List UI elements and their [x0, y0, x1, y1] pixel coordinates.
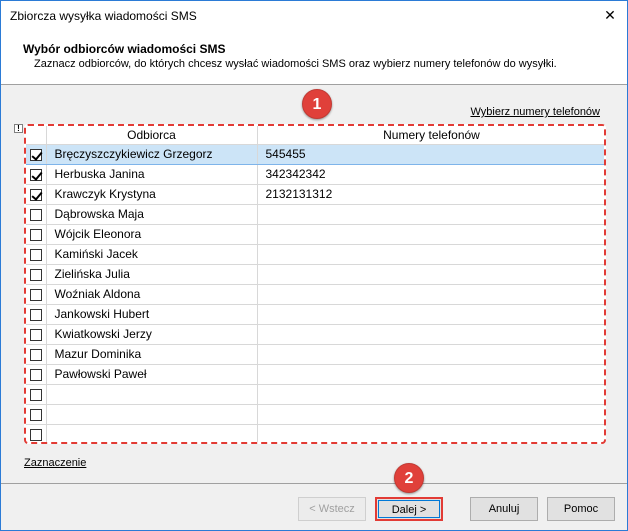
- phone-number-cell[interactable]: [257, 224, 604, 245]
- table-row[interactable]: Herbuska Janina 342342342: [26, 164, 604, 185]
- row-checkbox-cell: [26, 384, 47, 405]
- row-checkbox[interactable]: [29, 328, 42, 341]
- row-checkbox-cell: [26, 244, 47, 265]
- row-checkbox-cell: [26, 264, 47, 285]
- recipient-name-cell[interactable]: Kamiński Jacek: [46, 244, 258, 265]
- recipient-name-cell[interactable]: Pawłowski Paweł: [46, 364, 258, 385]
- row-checkbox-cell: [26, 224, 47, 245]
- recipient-name-cell[interactable]: Woźniak Aldona: [46, 284, 258, 305]
- row-checkbox-cell: [26, 304, 47, 325]
- recipient-name-cell[interactable]: Bręczyszczykiewicz Grzegorz: [46, 143, 258, 165]
- row-checkbox-cell: [26, 143, 47, 165]
- recipient-name-cell[interactable]: Zielińska Julia: [46, 264, 258, 285]
- row-checkbox-cell: [26, 324, 47, 345]
- row-checkbox[interactable]: [29, 368, 42, 381]
- row-checkbox[interactable]: [29, 148, 42, 161]
- recipient-name-cell[interactable]: [46, 384, 258, 405]
- row-checkbox-cell: [26, 344, 47, 365]
- table-row[interactable]: Zielińska Julia: [26, 264, 604, 285]
- row-checkbox-cell: [26, 204, 47, 225]
- phone-number-cell[interactable]: [257, 304, 604, 325]
- back-button[interactable]: < Wstecz: [298, 497, 366, 521]
- phone-number-cell[interactable]: [257, 264, 604, 285]
- table-row[interactable]: Jankowski Hubert: [26, 304, 604, 325]
- table-row[interactable]: [26, 404, 604, 425]
- step-badge-2: 2: [394, 463, 424, 493]
- table-row[interactable]: [26, 424, 604, 442]
- table-row[interactable]: Kwiatkowski Jerzy: [26, 324, 604, 345]
- row-checkbox-cell: [26, 284, 47, 305]
- row-checkbox[interactable]: [29, 188, 42, 201]
- table-row[interactable]: Krawczyk Krystyna 2132131312: [26, 184, 604, 205]
- table-row[interactable]: Dąbrowska Maja: [26, 204, 604, 225]
- row-checkbox[interactable]: [29, 248, 42, 261]
- phone-number-cell[interactable]: [257, 284, 604, 305]
- phone-number-cell[interactable]: [257, 324, 604, 345]
- phone-number-cell[interactable]: [257, 204, 604, 225]
- phone-number-cell[interactable]: 545455: [257, 143, 604, 165]
- table-header-row: Odbiorca Numery telefonów: [26, 126, 604, 145]
- column-header-recipient[interactable]: Odbiorca: [46, 126, 258, 145]
- table-row[interactable]: Kamiński Jacek: [26, 244, 604, 265]
- phone-number-cell[interactable]: [257, 344, 604, 365]
- row-checkbox[interactable]: [29, 428, 42, 441]
- table-row[interactable]: Woźniak Aldona: [26, 284, 604, 305]
- column-header-phones[interactable]: Numery telefonów: [257, 126, 604, 145]
- recipient-name-cell[interactable]: Jankowski Hubert: [46, 304, 258, 325]
- recipient-name-cell[interactable]: [46, 404, 258, 425]
- phone-number-cell[interactable]: [257, 404, 604, 425]
- table-row[interactable]: Wójcik Eleonora: [26, 224, 604, 245]
- phone-number-cell[interactable]: [257, 424, 604, 442]
- recipients-grid: Odbiorca Numery telefonów Bręczyszczykie…: [24, 124, 606, 444]
- phone-number-cell[interactable]: 342342342: [257, 164, 604, 185]
- phone-number-cell[interactable]: 2132131312: [257, 184, 604, 205]
- row-checkbox[interactable]: [29, 288, 42, 301]
- table-row[interactable]: Mazur Dominika: [26, 344, 604, 365]
- phone-number-cell[interactable]: [257, 364, 604, 385]
- header-title: Wybór odbiorców wiadomości SMS: [23, 42, 226, 56]
- step-badge-1: 1: [302, 89, 332, 119]
- phone-number-cell[interactable]: [257, 384, 604, 405]
- recipient-name-cell[interactable]: Kwiatkowski Jerzy: [46, 324, 258, 345]
- cancel-button[interactable]: Anuluj: [470, 497, 538, 521]
- table-body: Bręczyszczykiewicz Grzegorz 545455 Herbusk…: [26, 143, 604, 442]
- table-row[interactable]: Bręczyszczykiewicz Grzegorz 545455: [26, 143, 604, 165]
- row-checkbox[interactable]: [29, 388, 42, 401]
- recipient-name-cell[interactable]: Mazur Dominika: [46, 344, 258, 365]
- row-checkbox[interactable]: [29, 168, 42, 181]
- header-description: Zaznacz odbiorców, do których chcesz wys…: [34, 58, 557, 70]
- row-checkbox[interactable]: [29, 348, 42, 361]
- row-checkbox[interactable]: [29, 268, 42, 281]
- checkbox-column-header: [26, 126, 47, 145]
- row-checkbox[interactable]: [29, 228, 42, 241]
- row-checkbox-cell: [26, 364, 47, 385]
- table-row[interactable]: [26, 384, 604, 405]
- help-button[interactable]: Pomoc: [547, 497, 615, 521]
- row-checkbox-cell: [26, 184, 47, 205]
- window-title: Zbiorcza wysyłka wiadomości SMS: [10, 9, 197, 23]
- row-checkbox[interactable]: [29, 408, 42, 421]
- row-checkbox-cell: [26, 404, 47, 425]
- recipient-name-cell[interactable]: [46, 424, 258, 442]
- row-indicator-icon: !: [14, 124, 23, 133]
- table-row[interactable]: Pawłowski Paweł: [26, 364, 604, 385]
- footer-divider: [1, 483, 627, 484]
- wizard-header: Wybór odbiorców wiadomości SMS Zaznacz o…: [1, 31, 627, 85]
- recipient-name-cell[interactable]: Wójcik Eleonora: [46, 224, 258, 245]
- row-checkbox-cell: [26, 164, 47, 185]
- title-bar: Zbiorcza wysyłka wiadomości SMS ✕: [1, 1, 627, 31]
- recipient-name-cell[interactable]: Krawczyk Krystyna: [46, 184, 258, 205]
- recipient-name-cell[interactable]: Herbuska Janina: [46, 164, 258, 185]
- row-checkbox[interactable]: [29, 308, 42, 321]
- recipient-name-cell[interactable]: Dąbrowska Maja: [46, 204, 258, 225]
- recipients-table: Odbiorca Numery telefonów Bręczyszczykie…: [26, 126, 604, 442]
- row-checkbox[interactable]: [29, 208, 42, 221]
- next-button[interactable]: Dalej >: [375, 497, 443, 521]
- close-icon[interactable]: ✕: [599, 5, 621, 27]
- choose-phones-link[interactable]: Wybierz numery telefonów: [470, 106, 600, 118]
- selection-link[interactable]: Zaznaczenie: [24, 457, 86, 469]
- dialog-window: Zbiorcza wysyłka wiadomości SMS ✕ Wybór …: [0, 0, 628, 531]
- phone-number-cell[interactable]: [257, 244, 604, 265]
- row-checkbox-cell: [26, 424, 47, 442]
